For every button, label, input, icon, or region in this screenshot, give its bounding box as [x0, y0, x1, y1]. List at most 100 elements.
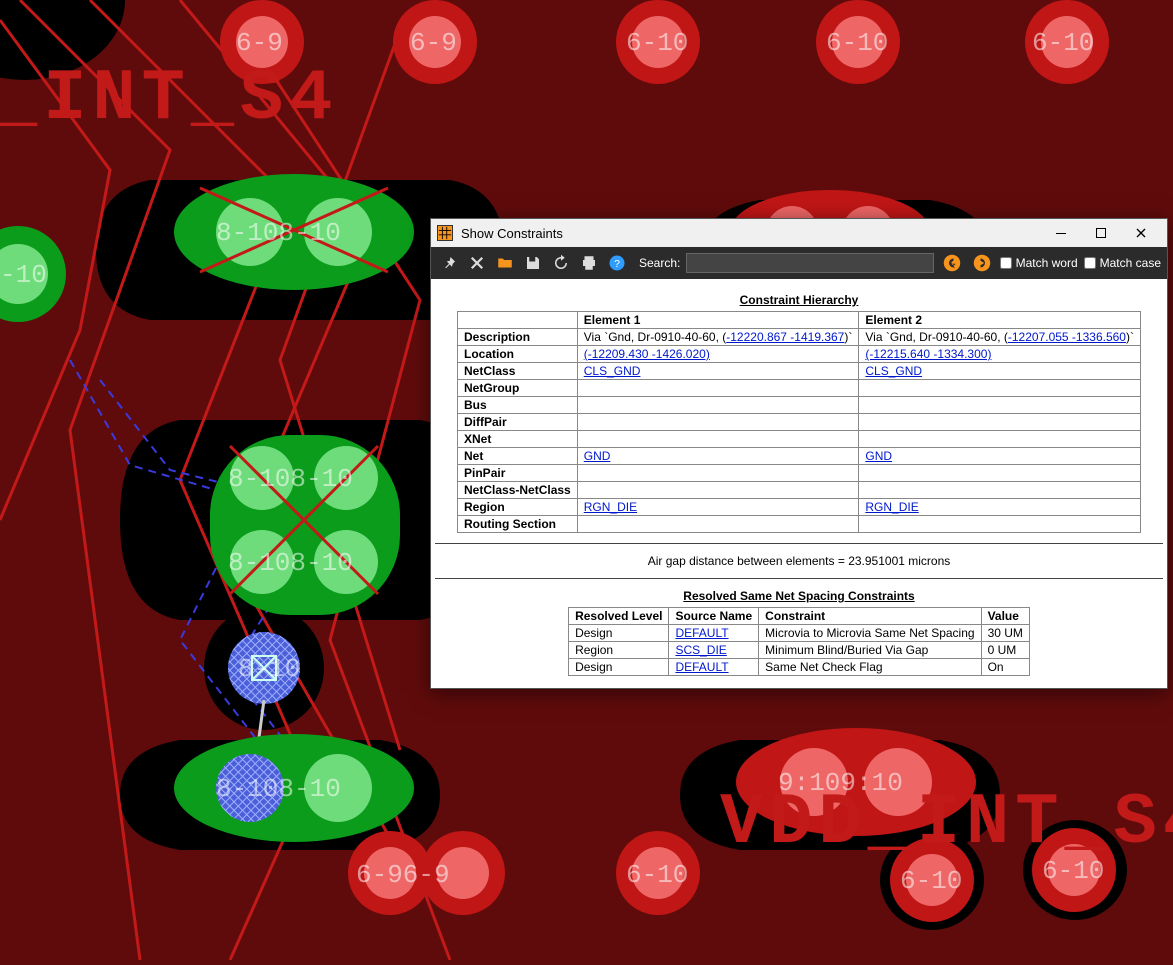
table-row: PinPair: [458, 465, 1141, 482]
cell-element1: (-12209.430 -1426.020): [577, 346, 859, 363]
table-row: Bus: [458, 397, 1141, 414]
cell-constraint: Microvia to Microvia Same Net Spacing: [759, 625, 981, 642]
link[interactable]: CLS_GND: [865, 364, 922, 378]
pad-label: -10: [0, 260, 47, 290]
hier-col-element1: Element 1: [577, 312, 859, 329]
link[interactable]: RGN_DIE: [865, 500, 918, 514]
table-row: DesignDEFAULTMicrovia to Microvia Same N…: [569, 625, 1030, 642]
cell-element2: [859, 482, 1141, 499]
print-icon[interactable]: [577, 251, 601, 275]
cell-value: 0 UM: [981, 642, 1029, 659]
cell-element2: Via `Gnd, Dr-0910-40-60, (-12207.055 -13…: [859, 329, 1141, 346]
cell-source: DEFAULT: [669, 659, 759, 676]
titlebar[interactable]: Show Constraints: [431, 219, 1167, 247]
table-row: Design DEFAULT Same Net Check FlagOn: [569, 659, 1030, 676]
net-label-top: _INT_S4: [0, 58, 338, 140]
hier-col-blank: [458, 312, 578, 329]
link[interactable]: RGN_DIE: [584, 500, 637, 514]
cell-constraint: Minimum Blind/Buried Via Gap: [759, 642, 981, 659]
source-link[interactable]: DEFAULT: [675, 626, 728, 640]
resolved-constraints-title: Resolved Same Net Spacing Constraints: [435, 589, 1163, 603]
link[interactable]: -12207.055 -1336.560: [1008, 330, 1126, 344]
table-row: NetGroup: [458, 380, 1141, 397]
delete-icon[interactable]: [465, 251, 489, 275]
pad-label: 6-10: [626, 860, 688, 890]
pad-label: 6-9: [410, 28, 457, 58]
search-input[interactable]: [686, 253, 933, 273]
cell-level: Region: [569, 642, 669, 659]
close-button[interactable]: [1121, 219, 1161, 247]
svg-text:?: ?: [614, 258, 620, 270]
cell-element2: [859, 431, 1141, 448]
row-label: Net: [458, 448, 578, 465]
cell-element2: GND: [859, 448, 1141, 465]
cell-value: On: [981, 659, 1029, 676]
pad-label: 6-10: [826, 28, 888, 58]
pad-label: 8-108-10: [228, 548, 353, 578]
link[interactable]: GND: [584, 449, 611, 463]
pad-label: 8-108-10: [228, 464, 353, 494]
link[interactable]: GND: [865, 449, 892, 463]
cell-element1: [577, 516, 859, 533]
link[interactable]: CLS_GND: [584, 364, 641, 378]
app-icon: [437, 225, 453, 241]
table-row: Net GND GND: [458, 448, 1141, 465]
table-row: DiffPair: [458, 414, 1141, 431]
pad-label: 6-96-9: [356, 860, 450, 890]
cell-element1: CLS_GND: [577, 363, 859, 380]
match-case-checkbox[interactable]: Match case: [1084, 256, 1161, 270]
table-row: Region RGN_DIE RGN_DIE: [458, 499, 1141, 516]
open-folder-icon[interactable]: [493, 251, 517, 275]
toolbar: ? Search: Match word Match case: [431, 247, 1167, 279]
row-label: Region: [458, 499, 578, 516]
cell-element2: CLS_GND: [859, 363, 1141, 380]
link[interactable]: (-12215.640 -1334.300): [865, 347, 991, 361]
pad-label: 8-108-10: [216, 774, 341, 804]
pad-label: 8-108-10: [216, 218, 341, 248]
dialog-content: Constraint Hierarchy Element 1 Element 2…: [431, 279, 1167, 688]
cell-element1: Via `Gnd, Dr-0910-40-60, (-12220.867 -14…: [577, 329, 859, 346]
row-label: NetClass-NetClass: [458, 482, 578, 499]
refresh-icon[interactable]: [549, 251, 573, 275]
cell-element2: RGN_DIE: [859, 499, 1141, 516]
save-icon[interactable]: [521, 251, 545, 275]
cell-level: Design: [569, 659, 669, 676]
pin-icon[interactable]: [437, 251, 461, 275]
search-label: Search:: [639, 256, 680, 270]
cell-element2: [859, 465, 1141, 482]
row-label: Location: [458, 346, 578, 363]
source-link[interactable]: DEFAULT: [675, 660, 728, 674]
cell-element1: [577, 397, 859, 414]
source-link[interactable]: SCS_DIE: [675, 643, 726, 657]
row-label: NetClass: [458, 363, 578, 380]
row-label: PinPair: [458, 465, 578, 482]
row-label: Routing Section: [458, 516, 578, 533]
link[interactable]: (-12209.430 -1426.020): [584, 347, 710, 361]
row-label: Description: [458, 329, 578, 346]
table-row: XNet: [458, 431, 1141, 448]
cell-element2: [859, 397, 1141, 414]
maximize-button[interactable]: [1081, 219, 1121, 247]
pad-label: 6-10: [1032, 28, 1094, 58]
minimize-button[interactable]: [1041, 219, 1081, 247]
match-word-checkbox[interactable]: Match word: [1000, 256, 1078, 270]
res-col-value: Value: [981, 608, 1029, 625]
res-col-source: Source Name: [669, 608, 759, 625]
pad-label: 6-10: [900, 866, 962, 896]
show-constraints-dialog: Show Constraints ? Search: Match word Ma…: [430, 218, 1168, 689]
cell-element2: (-12215.640 -1334.300): [859, 346, 1141, 363]
resolved-constraints-table: Resolved Level Source Name Constraint Va…: [568, 607, 1030, 676]
search-next-icon[interactable]: [970, 251, 994, 275]
row-label: NetGroup: [458, 380, 578, 397]
pad-label: 6-9: [236, 28, 283, 58]
table-row: Region SCS_DIE Minimum Blind/Buried Via Ga…: [569, 642, 1030, 659]
pad-label: 6-10: [1042, 856, 1104, 886]
cell-constraint: Same Net Check Flag: [759, 659, 981, 676]
table-row: Location (-12209.430 -1426.020) (-12215.64…: [458, 346, 1141, 363]
cell-element1: [577, 482, 859, 499]
table-row: NetClass CLS_GND CLS_GND: [458, 363, 1141, 380]
search-prev-icon[interactable]: [940, 251, 964, 275]
help-icon[interactable]: ?: [605, 251, 629, 275]
constraint-hierarchy-title: Constraint Hierarchy: [435, 293, 1163, 307]
link[interactable]: -12220.867 -1419.367: [726, 330, 844, 344]
